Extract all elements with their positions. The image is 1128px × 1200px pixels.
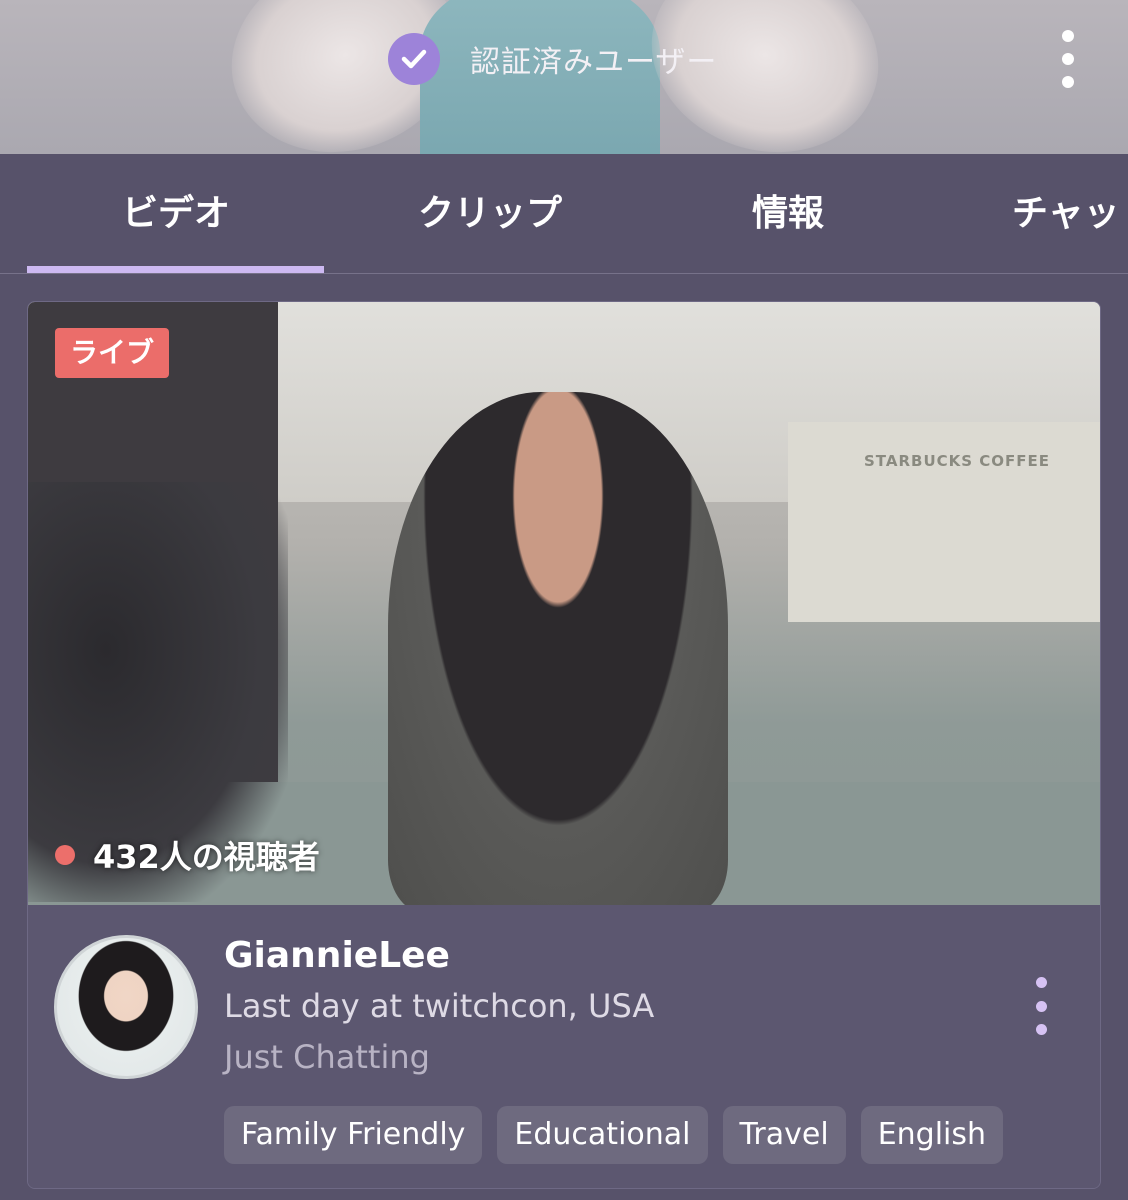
tab-chat[interactable]: チャッ: [1012, 184, 1120, 244]
stream-info: GiannieLee Last day at twitchcon, USA Ju…: [28, 905, 1100, 1188]
stream-title: Last day at twitchcon, USA: [224, 987, 655, 1025]
stream-thumbnail[interactable]: STARBUCKS COFFEE ライブ 432人の視聴者: [28, 302, 1100, 905]
stream-category[interactable]: Just Chatting: [224, 1038, 430, 1076]
more-vertical-icon[interactable]: [1032, 977, 1050, 1035]
tab-clips[interactable]: クリップ: [418, 184, 562, 244]
viewer-count-label: 432人の視聴者: [93, 838, 320, 876]
tab-videos[interactable]: ビデオ: [122, 184, 230, 244]
thumbnail-streamer: [388, 392, 728, 905]
viewer-count: 432人の視聴者: [55, 830, 320, 880]
live-stream-card[interactable]: STARBUCKS COFFEE ライブ 432人の視聴者 GiannieLee…: [27, 301, 1101, 1189]
channel-banner: 認証済みユーザー: [0, 0, 1128, 154]
tag-english[interactable]: English: [860, 1106, 1004, 1164]
streamer-name[interactable]: GiannieLee: [224, 935, 450, 976]
live-dot-icon: [55, 845, 75, 865]
tag-travel[interactable]: Travel: [722, 1106, 846, 1164]
channel-page: 認証済みユーザー ビデオ クリップ 情報 チャッ STARBUCKS COFFE…: [0, 0, 1128, 1200]
verified-status: 認証済みユーザー: [388, 33, 717, 85]
check-badge-icon: [388, 33, 440, 85]
thumbnail-sign: STARBUCKS COFFEE: [864, 452, 1051, 470]
tag-family-friendly[interactable]: Family Friendly: [224, 1106, 483, 1164]
live-badge: ライブ: [55, 328, 169, 378]
channel-tabs: ビデオ クリップ 情報 チャッ: [0, 154, 1128, 274]
tag-educational[interactable]: Educational: [497, 1106, 708, 1164]
avatar[interactable]: [54, 935, 198, 1079]
verified-label: 認証済みユーザー: [470, 45, 718, 80]
active-tab-indicator: [27, 266, 324, 273]
more-vertical-icon[interactable]: [1054, 30, 1082, 88]
tab-info[interactable]: 情報: [752, 184, 824, 244]
stream-tags: Family Friendly Educational Travel Engli…: [224, 1106, 1004, 1164]
